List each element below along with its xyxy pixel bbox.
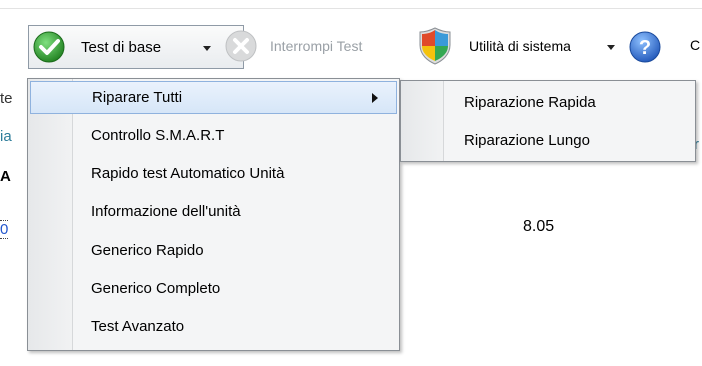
submenu-item-label: Riparazione Lungo [464, 131, 590, 149]
menu-item-informazione-unita[interactable]: Informazione dell'unità [30, 195, 397, 228]
menu-item-test-avanzato[interactable]: Test Avanzato [30, 310, 397, 343]
top-edge [0, 0, 702, 9]
system-utility-label: Utilità di sistema [469, 38, 571, 54]
menu-item-label: Test Avanzato [91, 318, 185, 335]
menu-item-generico-completo[interactable]: Generico Completo [30, 272, 397, 305]
stop-test-label: Interrompi Test [270, 38, 363, 54]
menu-item-label: Riparare Tutti [92, 89, 183, 106]
menu-item-rapido-test-automatico[interactable]: Rapido test Automatico Unità [30, 157, 397, 190]
background-text: A [0, 168, 11, 185]
background-link: 0 [0, 220, 9, 239]
background-text: ia [0, 128, 12, 145]
svg-text:?: ? [639, 37, 651, 59]
stop-test-button[interactable]: Interrompi Test [222, 20, 400, 72]
riparare-tutti-submenu: Riparazione Rapida Riparazione Lungo [400, 80, 696, 162]
test-base-menu: Riparare Tutti Controllo S.M.A.R.T Rapid… [27, 78, 400, 351]
submenu-item-riparazione-lungo[interactable]: Riparazione Lungo [401, 122, 695, 158]
help-icon[interactable]: ? [628, 30, 662, 64]
shield-icon [417, 26, 453, 66]
submenu-item-riparazione-rapida[interactable]: Riparazione Rapida [401, 84, 695, 120]
test-base-button[interactable]: Test di base [28, 25, 244, 69]
menu-item-generico-rapido[interactable]: Generico Rapido [30, 234, 397, 267]
menu-item-label: Informazione dell'unità [91, 203, 241, 220]
chevron-down-icon [607, 45, 615, 50]
version-value: 8.05 [523, 218, 555, 235]
partial-toolbar-label: C [690, 37, 701, 53]
menu-item-label: Generico Completo [91, 280, 221, 297]
system-utility-button[interactable]: Utilità di sistema [417, 20, 617, 72]
menu-item-label: Controllo S.M.A.R.T [91, 127, 225, 144]
chevron-down-icon [203, 46, 211, 51]
menu-item-riparare-tutti[interactable]: Riparare Tutti [30, 81, 397, 114]
menu-item-label: Generico Rapido [91, 242, 204, 259]
test-base-label: Test di base [81, 38, 162, 56]
submenu-item-label: Riparazione Rapida [464, 93, 596, 111]
menu-item-controllo-smart[interactable]: Controllo S.M.A.R.T [30, 119, 397, 152]
chevron-right-icon [372, 92, 378, 103]
stop-icon [224, 29, 258, 63]
background-text: te [0, 90, 13, 107]
toolbar: Test di base Interrompi Test Utilità di … [0, 20, 702, 72]
check-icon [32, 30, 66, 64]
menu-item-label: Rapido test Automatico Unità [91, 165, 285, 182]
